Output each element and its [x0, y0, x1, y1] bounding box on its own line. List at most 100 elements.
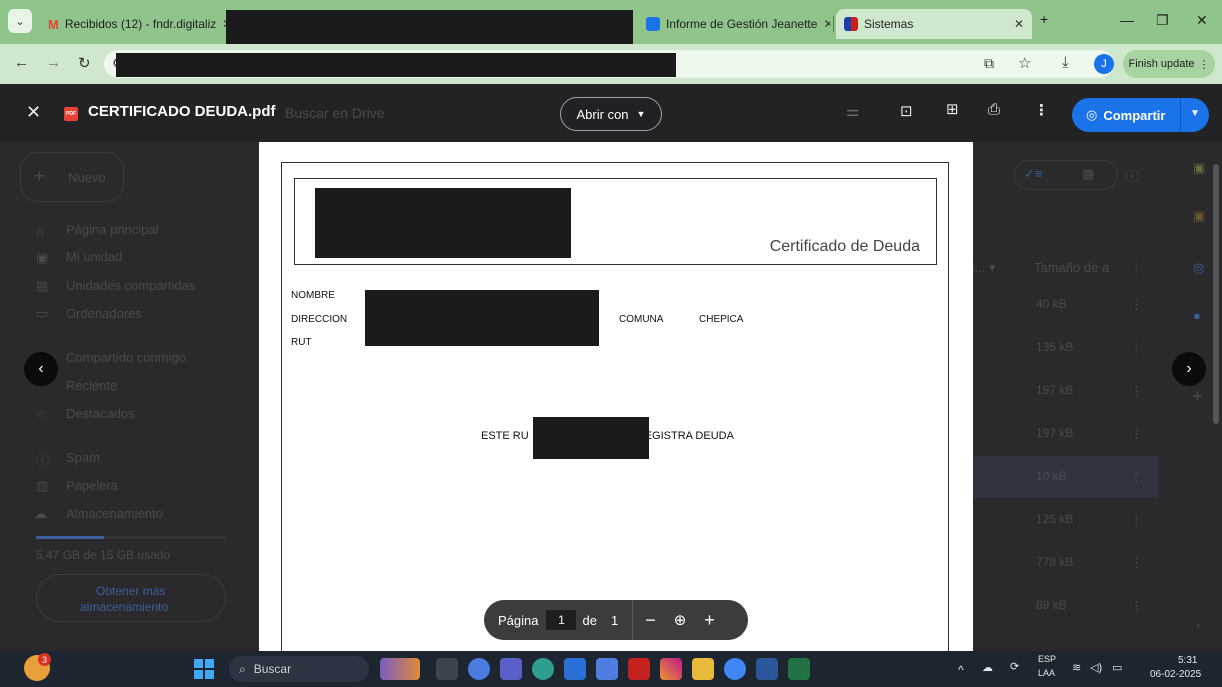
- nav-item[interactable]: Unidades compartidas: [66, 278, 195, 293]
- row-more-icon[interactable]: ⋮: [1130, 598, 1143, 614]
- nav-item[interactable]: Página principal: [66, 222, 159, 237]
- nav-item[interactable]: Almacenamiento: [66, 506, 163, 521]
- copilot-icon[interactable]: [468, 658, 490, 680]
- pdf-file-icon: PDF: [64, 107, 78, 121]
- taskbar-search-label: Buscar: [253, 662, 292, 676]
- grid-view-icon[interactable]: ▦: [1082, 166, 1094, 182]
- docs-icon: [646, 17, 660, 31]
- mcafee-icon[interactable]: [628, 658, 650, 680]
- zoom-fit-icon[interactable]: ⊕: [674, 611, 687, 629]
- wifi-icon[interactable]: ≋: [1072, 661, 1081, 674]
- debt-statement-right: EGISTRA DEUDA: [644, 430, 734, 442]
- battery-icon[interactable]: ▭: [1112, 661, 1122, 674]
- taskbar-search[interactable]: ⌕ Buscar: [229, 656, 369, 682]
- zoom-out-icon[interactable]: −: [645, 610, 656, 631]
- task-view-icon[interactable]: [436, 658, 458, 680]
- tasks-icon[interactable]: ◎: [1193, 260, 1204, 276]
- share-button[interactable]: ◎ Compartir ▼: [1072, 98, 1209, 132]
- forward-icon[interactable]: →: [46, 54, 61, 71]
- print-icon[interactable]: ⎙: [988, 101, 1000, 118]
- nav-item[interactable]: Compartido conmigo: [66, 350, 186, 365]
- finish-update-button[interactable]: Finish update ⋮: [1123, 50, 1215, 78]
- sync-icon[interactable]: ⟳: [1010, 660, 1019, 673]
- tab-sistemas[interactable]: Sistemas ✕: [836, 9, 1032, 39]
- row-more-icon[interactable]: ⋮: [1130, 383, 1143, 399]
- drive-icon: ▣: [36, 250, 49, 265]
- row-more-icon[interactable]: ⋮: [1130, 340, 1143, 356]
- close-tab-icon[interactable]: ✕: [1014, 17, 1024, 31]
- details-info-icon[interactable]: ⓘ: [1126, 166, 1139, 185]
- move-to-folder-icon[interactable]: ⊡: [900, 102, 913, 120]
- tab-search-button[interactable]: ⌄: [8, 9, 32, 33]
- excel-icon[interactable]: [788, 658, 810, 680]
- nav-item[interactable]: Papelera: [66, 478, 118, 493]
- tab-gmail[interactable]: M Recibidos (12) - fndr.digitaliz ✕: [40, 9, 228, 39]
- bookmark-star-icon[interactable]: ☆: [1018, 54, 1031, 72]
- redaction-block: [365, 290, 599, 346]
- language-layout[interactable]: LAA: [1038, 668, 1055, 678]
- clock-time[interactable]: 5:31: [1178, 655, 1197, 666]
- tray-overflow-icon[interactable]: ^: [958, 663, 964, 677]
- scrollbar-thumb[interactable]: [1213, 164, 1219, 424]
- calendar-icon[interactable]: ▣: [1193, 160, 1205, 176]
- share-options-caret[interactable]: ▼: [1190, 108, 1200, 119]
- add-shortcut-icon[interactable]: ⊞: [946, 100, 959, 118]
- add-addon-icon[interactable]: +: [1192, 386, 1203, 407]
- nav-item[interactable]: Spam: [66, 450, 100, 465]
- tab-title: Informe de Gestión Jeanette: [666, 17, 818, 31]
- instagram-icon[interactable]: [660, 658, 682, 680]
- onedrive-icon[interactable]: ☁: [982, 661, 993, 674]
- back-icon[interactable]: ←: [14, 54, 29, 71]
- file-size-cell: 778 kB: [1036, 555, 1074, 569]
- row-more-icon[interactable]: ⋮: [1130, 297, 1143, 313]
- keep-icon[interactable]: ▣: [1193, 208, 1205, 224]
- clock-date[interactable]: 06-02-2025: [1150, 669, 1201, 680]
- previous-file-button[interactable]: ‹: [24, 352, 58, 386]
- debt-statement-left: ESTE RU: [481, 430, 529, 442]
- install-app-icon[interactable]: ⧉: [984, 55, 994, 72]
- volume-icon[interactable]: ◁): [1090, 661, 1102, 674]
- row-more-icon[interactable]: ⋮: [1130, 555, 1143, 571]
- zoom-in-icon[interactable]: +: [704, 610, 715, 631]
- chevron-right-icon[interactable]: ›: [1196, 618, 1200, 633]
- open-with-label: Abrir con: [576, 106, 629, 122]
- avatar[interactable]: J: [1094, 54, 1114, 74]
- store-icon[interactable]: [564, 658, 586, 680]
- minimize-button[interactable]: —: [1120, 12, 1134, 28]
- row-more-icon[interactable]: ⋮: [1130, 469, 1143, 485]
- more-actions-icon[interactable]: ⋮: [1034, 101, 1049, 119]
- language-code[interactable]: ESP: [1038, 654, 1056, 664]
- nav-item[interactable]: Ordenadores: [66, 306, 142, 321]
- nav-item[interactable]: Reciente: [66, 378, 117, 393]
- contacts-icon[interactable]: ●: [1193, 308, 1201, 323]
- tab-docs[interactable]: Informe de Gestión Jeanette ✕: [638, 9, 830, 39]
- download-icon[interactable]: ⤓: [1062, 54, 1069, 71]
- open-with-button[interactable]: Abrir con ▼: [560, 97, 662, 131]
- address-bar[interactable]: ⚙ ⧉ ☆: [104, 50, 1114, 78]
- get-more-storage-button[interactable]: [36, 574, 226, 622]
- close-viewer-icon[interactable]: ✕: [26, 102, 41, 123]
- close-window-button[interactable]: ✕: [1196, 12, 1208, 29]
- restore-button[interactable]: ❐: [1156, 12, 1169, 29]
- file-explorer-icon[interactable]: [692, 658, 714, 680]
- new-tab-button[interactable]: +: [1040, 11, 1048, 27]
- nav-item[interactable]: Destacados: [66, 406, 135, 421]
- windows-start-icon[interactable]: [194, 659, 214, 679]
- size-column-header[interactable]: Tamaño de a: [1034, 260, 1109, 275]
- row-more-icon[interactable]: ⋮: [1130, 426, 1143, 442]
- close-tab-icon[interactable]: ✕: [823, 17, 830, 31]
- row-more-icon[interactable]: ⋮: [1130, 512, 1143, 528]
- share-split-divider: [1180, 98, 1181, 132]
- teams-icon[interactable]: [500, 658, 522, 680]
- app-icon[interactable]: [596, 658, 618, 680]
- reload-icon[interactable]: ↻: [78, 54, 91, 72]
- next-file-button[interactable]: ›: [1172, 352, 1206, 386]
- weather-widget-icon[interactable]: [380, 658, 420, 680]
- list-view-icon[interactable]: ✓≡: [1024, 166, 1042, 182]
- more-vert-icon[interactable]: ⋮: [1130, 260, 1143, 276]
- nav-item[interactable]: Mi unidad: [66, 249, 122, 264]
- edge-icon[interactable]: [532, 658, 554, 680]
- word-icon[interactable]: [756, 658, 778, 680]
- page-number-input[interactable]: 1: [546, 610, 577, 630]
- chrome-icon[interactable]: [724, 658, 746, 680]
